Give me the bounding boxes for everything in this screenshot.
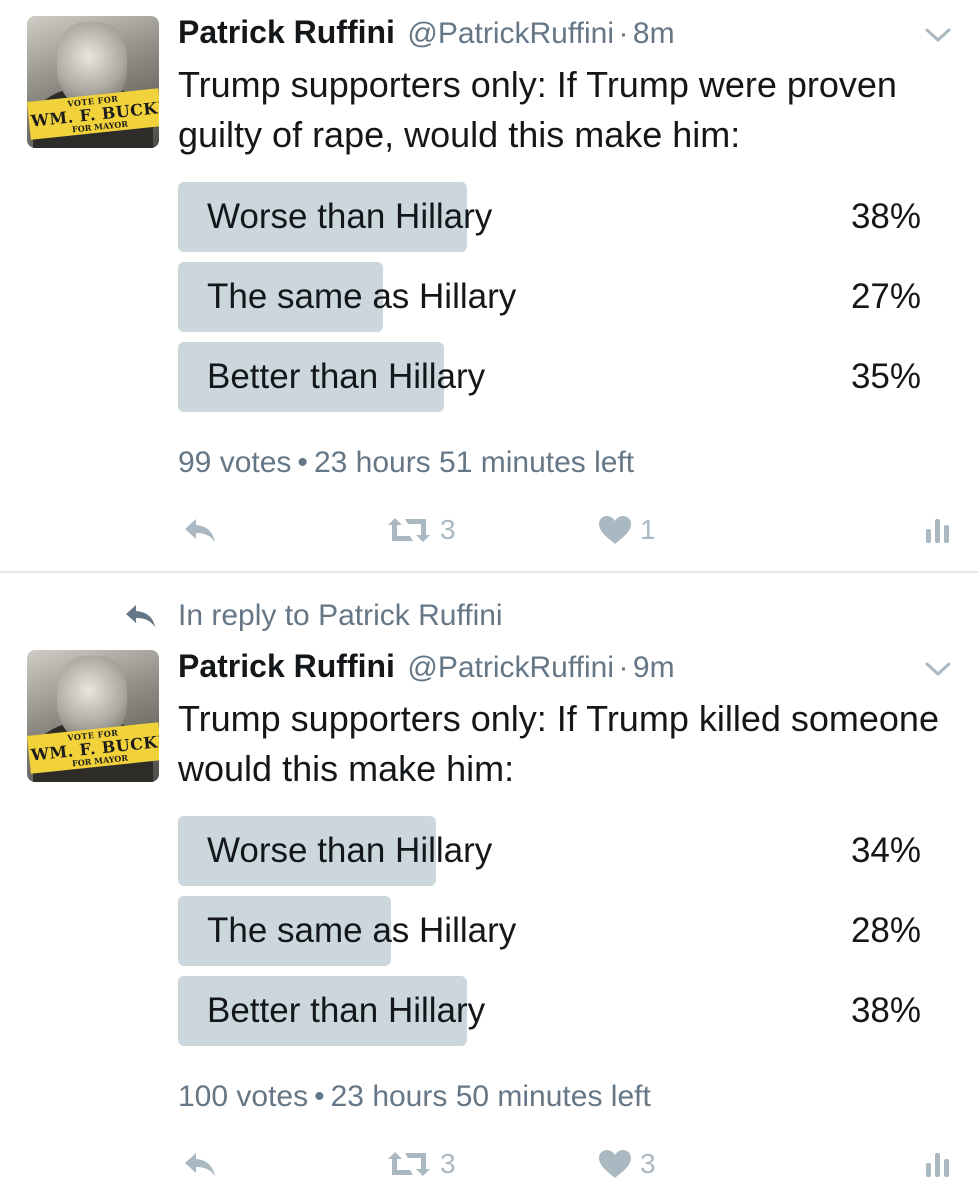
bullet: • [297, 446, 308, 479]
tweet-header: Patrick Ruffini @PatrickRuffini · 9m [178, 648, 675, 688]
retweet-count: 3 [440, 514, 456, 545]
time-left: 23 hours 51 minutes left [313, 446, 635, 479]
analytics-icon [926, 1153, 949, 1177]
avatar[interactable]: VOTE FOR WM. F. BUCKLEY JR. FOR MAYOR [27, 16, 159, 148]
chevron-down-icon[interactable] [922, 24, 954, 46]
like-button[interactable]: 3 [598, 1144, 656, 1184]
retweet-button[interactable]: 3 [386, 510, 456, 550]
reply-arrow-icon [126, 605, 155, 627]
separator-dot: · [618, 17, 629, 50]
tweet-text: Trump supporters only: If Trump killed s… [178, 698, 939, 789]
poll-option-percent: 38% [850, 991, 921, 1030]
poll-meta: 100 votes • 23 hours 50 minutes left [178, 1080, 651, 1114]
poll-option-label: Worse than Hillary [207, 831, 493, 870]
poll-option-label: The same as Hillary [207, 277, 517, 316]
retweet-button[interactable]: 3 [386, 1144, 456, 1184]
poll-option-label: Better than Hillary [207, 357, 486, 396]
analytics-icon [926, 519, 949, 543]
reply-context[interactable]: In reply to Patrick Ruffini [124, 596, 503, 636]
heart-icon [599, 1150, 631, 1178]
poll-option: Better than Hillary 38% [178, 976, 938, 1046]
retweet-icon [388, 518, 430, 542]
poll-option-percent: 34% [850, 831, 921, 870]
poll-option: Better than Hillary 35% [178, 342, 938, 412]
chevron-down-icon[interactable] [922, 658, 954, 680]
poll-option-percent: 27% [850, 277, 921, 316]
reply-icon [185, 519, 215, 542]
reply-icon [185, 1153, 215, 1176]
poll-option-label: The same as Hillary [207, 911, 517, 950]
poll-option: The same as Hillary 28% [178, 896, 938, 966]
retweet-icon [388, 1152, 430, 1176]
analytics-button[interactable] [924, 1144, 952, 1184]
poll-option-label: Better than Hillary [207, 991, 486, 1030]
like-count: 3 [640, 1148, 656, 1179]
tweet[interactable]: In reply to Patrick Ruffini VOTE FOR WM.… [0, 572, 978, 1200]
poll-option-percent: 35% [850, 357, 921, 396]
time-left: 23 hours 50 minutes left [330, 1080, 651, 1113]
like-button[interactable]: 1 [598, 510, 656, 550]
poll-option: Worse than Hillary 38% [178, 182, 938, 252]
poll-option-percent: 38% [850, 197, 921, 236]
avatar[interactable]: VOTE FOR WM. F. BUCKLEY JR. FOR MAYOR [27, 650, 159, 782]
tweet-text: Trump supporters only: If Trump were pro… [178, 64, 897, 155]
timestamp[interactable]: 9m [633, 651, 675, 684]
poll-option-label: Worse than Hillary [207, 197, 493, 236]
analytics-button[interactable] [924, 510, 952, 550]
display-name[interactable]: Patrick Ruffini [178, 14, 395, 50]
reply-context-text[interactable]: In reply to Patrick Ruffini [178, 599, 503, 633]
retweet-count: 3 [440, 1148, 456, 1179]
bullet: • [314, 1080, 325, 1113]
separator-dot: · [618, 651, 629, 684]
timestamp[interactable]: 8m [633, 17, 675, 50]
heart-icon [599, 516, 631, 544]
reply-button[interactable] [182, 1144, 218, 1184]
user-handle[interactable]: @PatrickRuffini [407, 651, 614, 684]
reply-button[interactable] [182, 510, 218, 550]
tweet-header: Patrick Ruffini @PatrickRuffini · 8m [178, 14, 675, 54]
user-handle[interactable]: @PatrickRuffini [407, 17, 614, 50]
tweet[interactable]: VOTE FOR WM. F. BUCKLEY JR. FOR MAYOR Pa… [0, 0, 978, 572]
vote-count: 100 votes [178, 1080, 309, 1113]
poll-option-percent: 28% [850, 911, 921, 950]
poll-option: The same as Hillary 27% [178, 262, 938, 332]
poll-option: Worse than Hillary 34% [178, 816, 938, 886]
display-name[interactable]: Patrick Ruffini [178, 648, 395, 684]
vote-count: 99 votes [178, 446, 292, 479]
like-count: 1 [640, 514, 656, 545]
poll-meta: 99 votes • 23 hours 51 minutes left [178, 446, 634, 480]
